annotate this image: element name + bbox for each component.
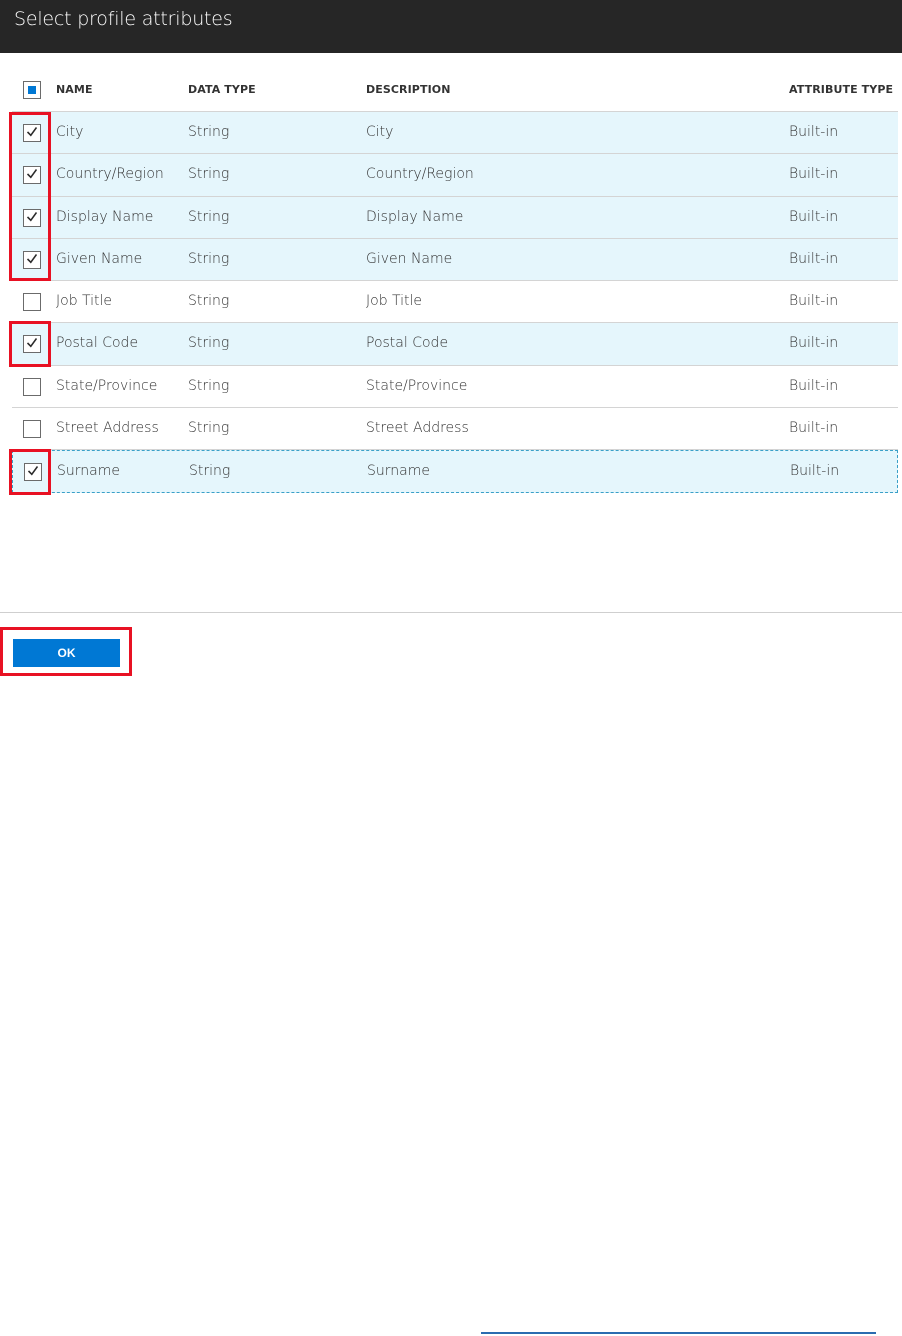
row-data-type-cell: String — [188, 377, 230, 394]
row-checkbox[interactable] — [23, 420, 41, 439]
row-checkbox[interactable] — [23, 377, 41, 396]
row-checkbox[interactable] — [23, 335, 41, 354]
checkmark-icon — [27, 211, 37, 222]
table-row[interactable]: State/Province String State/Province Built-… — [12, 366, 898, 409]
row-attribute-type-cell: Built-in — [790, 463, 840, 480]
grid-body: City String City Built-in Country/Region Stri… — [12, 112, 898, 493]
row-data-type-cell: String — [188, 250, 230, 267]
row-data-type-cell: String — [188, 166, 230, 183]
checkmark-icon — [27, 253, 37, 264]
row-attribute-type-cell: Built-in — [789, 208, 839, 225]
row-attribute-type-cell: Built-in — [789, 335, 839, 352]
row-checkbox[interactable] — [23, 124, 41, 142]
row-data-type-cell: String — [188, 335, 230, 352]
row-data-type-cell: String — [188, 420, 230, 437]
row-description-cell: Street Address — [366, 420, 469, 437]
grid-header-row: NAME DATA TYPE DESCRIPTION ATTRIBUTE TYP… — [12, 68, 898, 112]
partial-select-indicator — [28, 86, 36, 94]
row-checkbox[interactable] — [23, 208, 41, 227]
row-attribute-type-cell: Built-in — [789, 166, 839, 183]
row-name-cell: Street Address — [56, 420, 159, 437]
row-checkbox[interactable] — [24, 463, 42, 482]
row-name-cell: State/Province — [56, 377, 158, 394]
row-attribute-type-cell: Built-in — [789, 250, 839, 267]
row-name-cell: Display Name — [56, 208, 154, 225]
column-header-data-type[interactable]: DATA TYPE — [188, 83, 256, 96]
row-checkbox[interactable] — [23, 250, 41, 269]
row-description-cell: Postal Code — [366, 335, 449, 352]
row-description-cell: City — [366, 124, 394, 140]
row-data-type-cell: String — [188, 293, 230, 310]
row-data-type-cell: String — [189, 463, 231, 480]
row-description-cell: Display Name — [366, 208, 464, 225]
footer-divider — [0, 612, 902, 613]
ok-button[interactable]: OK — [13, 639, 120, 667]
blade-title: Select profile attributes — [14, 8, 233, 30]
row-checkbox[interactable] — [23, 166, 41, 185]
row-name-cell: Given Name — [56, 250, 143, 267]
table-row[interactable]: Surname String Surname Built-in — [12, 450, 898, 493]
row-checkbox[interactable] — [23, 293, 41, 312]
row-attribute-type-cell: Built-in — [789, 293, 839, 310]
attributes-grid: NAME DATA TYPE DESCRIPTION ATTRIBUTE TYP… — [12, 68, 898, 493]
checkmark-icon — [27, 169, 37, 179]
row-description-cell: Surname — [367, 463, 430, 480]
row-description-cell: Job Title — [366, 293, 423, 310]
select-all-checkbox[interactable] — [23, 81, 41, 99]
checkmark-icon — [27, 338, 37, 349]
row-name-cell: Job Title — [56, 293, 113, 310]
row-description-cell: Country/Region — [366, 166, 474, 183]
row-description-cell: State/Province — [366, 377, 468, 394]
table-row[interactable]: Given Name String Given Name Built-in — [12, 238, 898, 282]
row-data-type-cell: String — [188, 124, 230, 140]
table-row[interactable]: Job Title String Job Title Built-in — [12, 281, 898, 324]
column-header-attribute-type[interactable]: ATTRIBUTE TYPE — [789, 83, 893, 96]
checkmark-icon — [27, 127, 37, 137]
row-description-cell: Given Name — [366, 250, 453, 267]
table-row[interactable]: Country/Region String Country/Region Built-… — [12, 154, 898, 197]
blade-header: Select profile attributes — [0, 0, 902, 53]
table-row[interactable]: Postal Code String Postal Code Built-in — [12, 323, 898, 366]
column-header-description[interactable]: DESCRIPTION — [366, 83, 451, 96]
row-name-cell: Postal Code — [56, 335, 139, 352]
bottom-link-underline — [481, 1332, 876, 1334]
row-attribute-type-cell: Built-in — [789, 420, 839, 437]
row-attribute-type-cell: Built-in — [789, 124, 839, 140]
table-row[interactable]: City String City Built-in — [12, 112, 898, 155]
row-data-type-cell: String — [188, 208, 230, 225]
row-name-cell: Country/Region — [56, 166, 164, 183]
column-header-name[interactable]: NAME — [56, 83, 93, 96]
table-row[interactable]: Display Name String Display Name Built-in — [12, 196, 898, 239]
checkmark-icon — [28, 466, 38, 476]
row-name-cell: Surname — [57, 463, 120, 480]
row-attribute-type-cell: Built-in — [789, 377, 839, 394]
table-row[interactable]: Street Address String Street Address Built-… — [12, 408, 898, 451]
row-name-cell: City — [56, 124, 84, 140]
